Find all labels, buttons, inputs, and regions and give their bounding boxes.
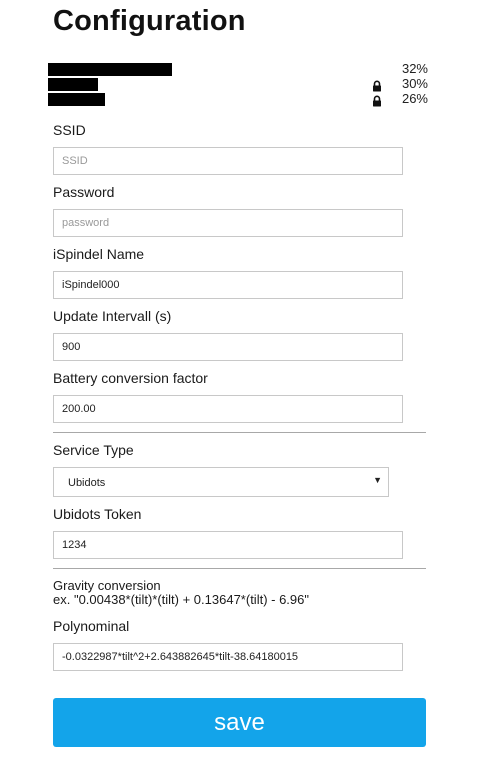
page-title: Configuration [53,5,246,37]
ispindel-name-label: iSpindel Name [53,246,145,262]
ssid-label: SSID [53,122,86,138]
lock-icon [373,80,381,92]
ssid-input[interactable] [53,147,403,175]
ubidots-token-input[interactable] [53,531,403,559]
wifi-network-name-redacted[interactable] [48,78,98,91]
wifi-signal-strength: 32% [401,61,428,76]
wifi-network-name-redacted[interactable] [48,63,172,76]
section-divider [53,432,426,433]
lock-icon [373,95,381,107]
wifi-network-list: 32% 30% 26% [48,62,433,110]
update-interval-input[interactable] [53,333,403,361]
wifi-network-item[interactable]: 26% [48,91,433,107]
ispindel-name-input[interactable] [53,271,403,299]
ubidots-token-label: Ubidots Token [53,506,142,522]
gravity-conversion-example: ex. "0.00438*(tilt)*(tilt) + 0.13647*(ti… [53,592,309,607]
wifi-network-item[interactable]: 30% [48,76,433,92]
battery-factor-label: Battery conversion factor [53,370,208,386]
service-type-value: Ubidots [68,477,106,489]
polynomial-label: Polynominal [53,618,130,634]
section-divider [53,568,426,569]
update-interval-label: Update Intervall (s) [53,308,172,324]
service-type-label: Service Type [53,442,134,458]
polynomial-input[interactable] [53,643,403,671]
wifi-signal-strength: 30% [401,76,428,91]
service-type-select[interactable]: Ubidots ▼ [53,467,389,497]
password-input[interactable] [53,209,403,237]
password-label: Password [53,184,115,200]
gravity-conversion-title: Gravity conversion [53,578,161,593]
wifi-network-item[interactable]: 32% [48,62,433,76]
wifi-signal-strength: 26% [401,91,428,106]
gravity-conversion-hint: Gravity conversion ex. "0.00438*(tilt)*(… [53,579,309,607]
dropdown-arrow-icon: ▼ [373,475,382,485]
wifi-network-name-redacted[interactable] [48,93,105,106]
save-button[interactable]: save [53,698,426,747]
battery-factor-input[interactable] [53,395,403,423]
